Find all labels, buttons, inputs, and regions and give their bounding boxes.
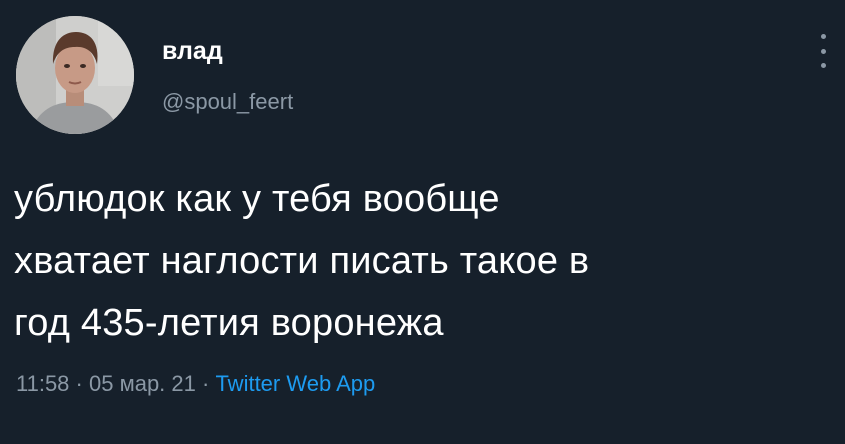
author-name[interactable]: влад (162, 36, 223, 66)
tweet-text-line: ублюдок как у тебя вообще (14, 178, 500, 220)
tweet-source-link[interactable]: Twitter Web App (215, 371, 375, 396)
tweet-time[interactable]: 11:58 (16, 371, 69, 396)
tweet-date[interactable]: 05 мар. 21 (89, 371, 196, 396)
meta-separator: · (202, 371, 210, 396)
more-dot (820, 63, 826, 68)
meta-separator: · (75, 371, 83, 396)
avatar-photo (16, 16, 134, 134)
tweet-text-line: год 435-летия воронежа (14, 302, 444, 344)
author-handle[interactable]: @spoul_feert (162, 88, 293, 116)
tweet-text-line: хватает наглости писать такое в (14, 240, 590, 282)
tweet-card: влад @spoul_feert ублюдок как у тебя воо… (0, 0, 845, 444)
tweet-metadata: 11:58 · 05 мар. 21 · Twitter Web App (16, 370, 375, 398)
more-dot (820, 48, 826, 54)
more-dot (820, 34, 826, 39)
more-vertical-icon[interactable] (817, 34, 829, 68)
avatar[interactable] (16, 16, 134, 134)
tweet-text: ублюдок как у тебя вообще хватает наглос… (14, 168, 814, 354)
